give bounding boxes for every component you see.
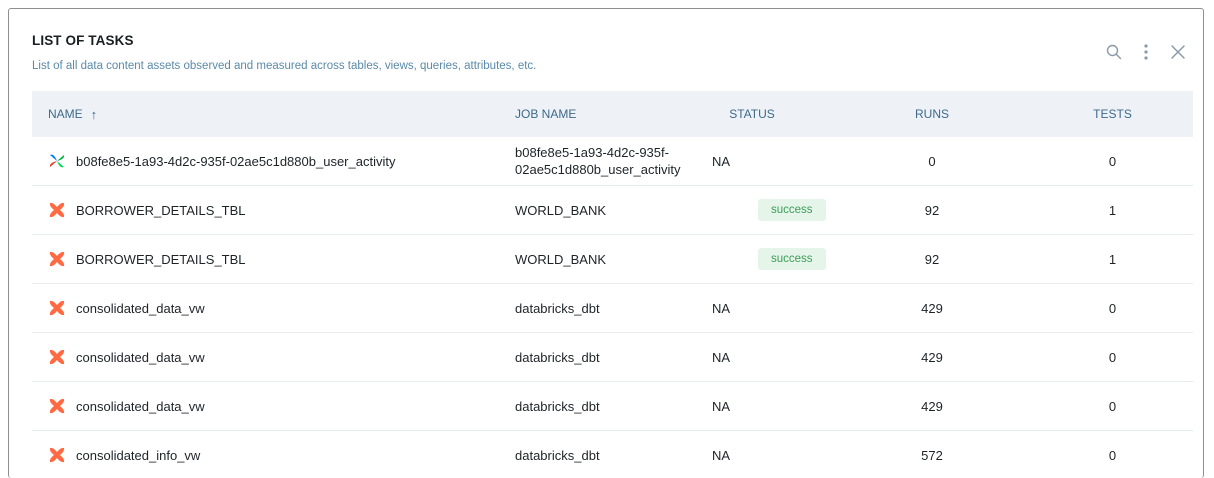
job-name-line-1: databricks_dbt [515,349,600,365]
tests-cell: 1 [1108,251,1117,267]
tests-cell: 0 [1108,398,1117,414]
status-text: NA [712,398,731,414]
close-icon[interactable] [1169,43,1187,61]
runs-cell: 429 [921,300,943,316]
status-badge: success [758,199,826,221]
task-name-cell: consolidated_data_vw [32,397,515,415]
status-cell: NA [712,448,832,463]
column-header-name[interactable]: NAME ↑ [32,107,515,122]
runs-cell: 92 [924,251,940,267]
task-name-cell: BORROWER_DETAILS_TBL [32,201,515,219]
job-name-line-1: WORLD_BANK [515,251,607,267]
status-cell: success [712,199,832,221]
table-row[interactable]: consolidated_data_vw databricks_dbt NA 4… [32,333,1193,382]
runs-cell: 0 [928,153,936,169]
runs-cell: 429 [921,398,943,414]
table-row[interactable]: BORROWER_DETAILS_TBL WORLD_BANK success … [32,235,1193,284]
dbt-icon [48,250,66,268]
panel-actions [1105,43,1187,61]
job-name-cell: WORLD_BANK [515,202,712,219]
dbt-icon [48,397,66,415]
tests-cell: 0 [1108,349,1117,365]
task-name-cell: BORROWER_DETAILS_TBL [32,250,515,268]
runs-cell: 572 [921,447,943,463]
dbt-icon [48,446,66,464]
status-cell: NA [712,350,832,365]
panel-subtitle: List of all data content assets observed… [32,60,537,72]
status-text: NA [712,300,731,316]
more-options-icon[interactable] [1137,43,1155,61]
runs-cell: 429 [921,349,943,365]
job-name-cell: databricks_dbt [515,447,712,464]
job-name-line-1: databricks_dbt [515,300,600,316]
table-row[interactable]: consolidated_data_vw databricks_dbt NA 4… [32,284,1193,333]
dbt-icon [48,201,66,219]
column-header-runs[interactable]: RUNS [832,107,1032,121]
task-name[interactable]: consolidated_data_vw [76,301,205,316]
task-name[interactable]: consolidated_data_vw [76,350,205,365]
task-name[interactable]: b08fe8e5-1a93-4d2c-935f-02ae5c1d880b_use… [76,154,395,169]
job-name-line-1: b08fe8e5-1a93-4d2c-935f- [515,145,669,160]
table-row[interactable]: b08fe8e5-1a93-4d2c-935f- 02ae5c1d880b_use… [32,137,1193,186]
table-row[interactable]: consolidated_data_vw databricks_dbt NA 4… [32,382,1193,431]
job-name-cell: WORLD_BANK [515,251,712,268]
table-body: b08fe8e5-1a93-4d2c-935f- 02ae5c1d880b_use… [32,137,1193,478]
job-name-line-1: databricks_dbt [515,398,600,414]
task-name-cell: consolidated_data_vw [32,299,515,317]
column-header-status[interactable]: STATUS [712,107,832,121]
task-name[interactable]: BORROWER_DETAILS_TBL [76,203,246,218]
search-icon[interactable] [1105,43,1123,61]
tasks-panel: LIST OF TASKS List of all data content a… [8,8,1204,478]
dbt-icon [48,348,66,366]
job-name-line-1: databricks_dbt [515,447,600,463]
sort-ascending-icon[interactable]: ↑ [91,107,98,122]
tests-cell: 0 [1108,300,1117,316]
job-name-cell: databricks_dbt [515,349,712,366]
tests-cell: 1 [1108,202,1117,218]
task-name[interactable]: BORROWER_DETAILS_TBL [76,252,246,267]
runs-cell: 92 [924,202,940,218]
airflow-icon [48,152,66,170]
column-header-name-label: NAME [48,107,83,121]
status-text: NA [712,153,731,169]
column-header-tests[interactable]: TESTS [1032,107,1193,121]
tests-cell: 0 [1108,447,1117,463]
table-header: NAME ↑ JOB NAME STATUS RUNS TESTS [32,91,1193,137]
task-name[interactable]: consolidated_data_vw [76,399,205,414]
tests-cell: 0 [1108,153,1117,169]
job-name-cell: databricks_dbt [515,398,712,415]
tasks-table: NAME ↑ JOB NAME STATUS RUNS TESTS b08fe8… [32,91,1193,478]
job-name-line-1: WORLD_BANK [515,202,607,218]
status-cell: NA [712,154,832,169]
task-name-cell: consolidated_data_vw [32,348,515,366]
task-name-cell: consolidated_info_vw [32,446,515,464]
status-cell: NA [712,399,832,414]
task-name-cell: b08fe8e5-1a93-4d2c-935f-02ae5c1d880b_use… [32,152,515,170]
job-name-line-2: 02ae5c1d880b_user_activity [515,162,681,177]
status-text: NA [712,349,731,365]
job-name-cell: databricks_dbt [515,300,712,317]
task-name[interactable]: consolidated_info_vw [76,448,200,463]
status-cell: NA [712,301,832,316]
panel-title: LIST OF TASKS [32,33,134,48]
status-cell: success [712,248,832,270]
dbt-icon [48,299,66,317]
job-name-cell: b08fe8e5-1a93-4d2c-935f- 02ae5c1d880b_us… [515,144,712,178]
table-row[interactable]: consolidated_info_vw databricks_dbt NA 5… [32,431,1193,478]
status-badge: success [758,248,826,270]
status-text: NA [712,447,731,463]
table-row[interactable]: BORROWER_DETAILS_TBL WORLD_BANK success … [32,186,1193,235]
column-header-job[interactable]: JOB NAME [515,106,712,123]
